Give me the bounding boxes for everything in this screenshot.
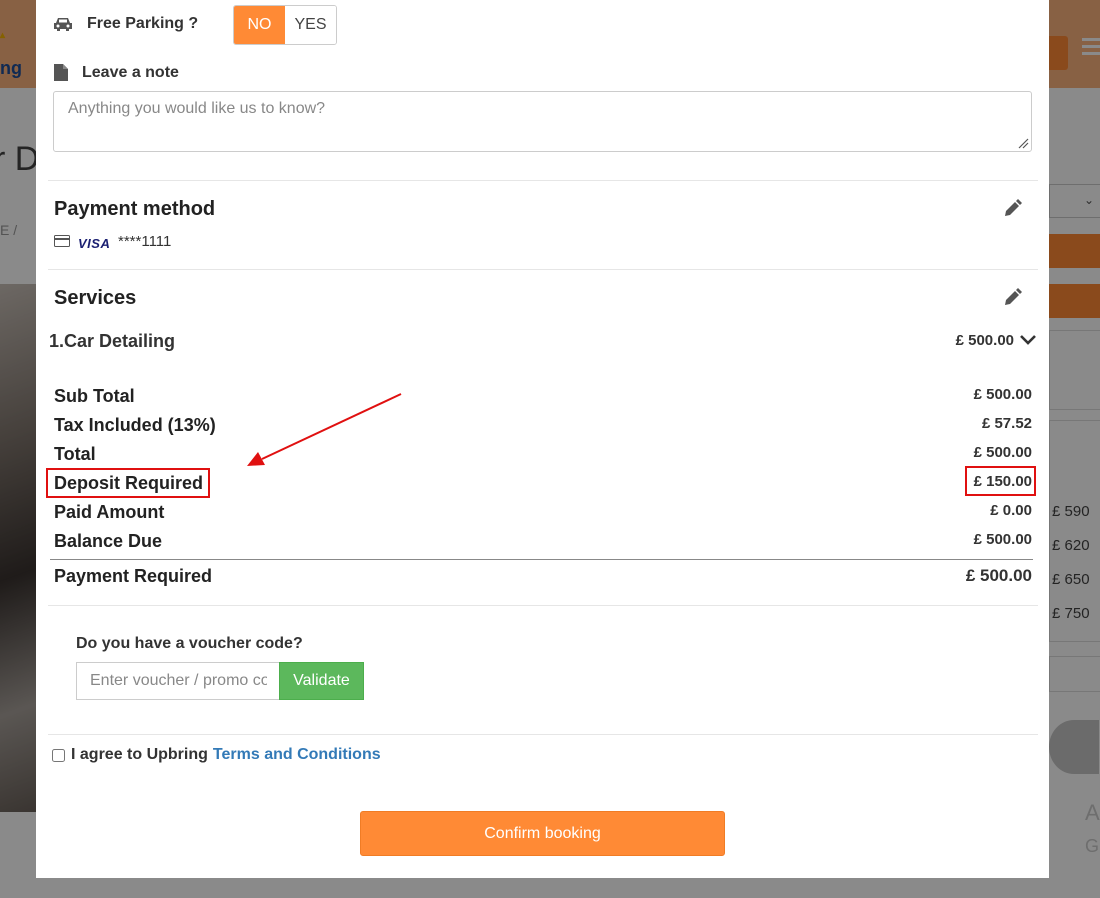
car-icon: [54, 18, 72, 31]
parking-no-button[interactable]: NO: [234, 6, 285, 44]
file-icon: [54, 64, 68, 81]
total-label: Total: [54, 444, 96, 464]
terms-agreement: I agree to Upbring Terms and Conditions: [52, 746, 381, 764]
services-title: Services: [54, 287, 137, 309]
tax-label: Tax Included (13%): [54, 415, 216, 435]
card-number: ****1111: [118, 233, 172, 250]
divider: [48, 180, 1038, 181]
divider: [48, 269, 1038, 270]
voucher-input[interactable]: [76, 662, 280, 700]
subtotal-value: £ 500.00: [973, 386, 1032, 403]
paid-amount-value: £ 0.00: [990, 502, 1032, 519]
visa-logo: VISA: [78, 236, 111, 251]
resize-grip-icon[interactable]: [1018, 138, 1029, 149]
payment-required-value: £ 500.00: [965, 566, 1032, 585]
annotation-box-deposit-value: [965, 466, 1036, 496]
terms-text: I agree to Upbring: [71, 746, 208, 763]
chevron-down-icon[interactable]: [1019, 333, 1037, 347]
service-name: 1.Car Detailing: [49, 331, 176, 351]
leave-note-label: Leave a note: [82, 64, 179, 81]
confirm-booking-button[interactable]: Confirm booking: [360, 811, 725, 856]
free-parking-toggle: NO YES: [233, 5, 337, 45]
balance-due-label: Balance Due: [54, 531, 163, 551]
edit-services-pencil-icon[interactable]: [1002, 288, 1022, 308]
paid-amount-label: Paid Amount: [54, 502, 165, 522]
tax-value: £ 57.52: [981, 415, 1032, 432]
edit-payment-pencil-icon[interactable]: [1002, 199, 1022, 219]
service-price: £ 500.00: [955, 332, 1014, 349]
note-textarea[interactable]: [53, 91, 1032, 152]
balance-due-value: £ 500.00: [973, 531, 1032, 548]
terms-link[interactable]: Terms and Conditions: [213, 746, 381, 764]
validate-button[interactable]: Validate: [279, 662, 364, 700]
parking-yes-button[interactable]: YES: [285, 6, 336, 44]
booking-modal: Free Parking ? NO YES Leave a note Payme…: [36, 0, 1049, 878]
voucher-question: Do you have a voucher code?: [76, 635, 303, 652]
annotation-box-deposit-label: [46, 468, 210, 498]
payment-method-title: Payment method: [54, 198, 216, 220]
divider: [48, 605, 1038, 606]
payment-required-label: Payment Required: [54, 566, 213, 586]
divider: [48, 734, 1038, 735]
total-value: £ 500.00: [973, 444, 1032, 461]
free-parking-label: Free Parking ?: [87, 15, 199, 32]
credit-card-icon: [54, 235, 70, 247]
summary-divider: [50, 559, 1033, 560]
terms-checkbox[interactable]: [52, 748, 65, 762]
subtotal-label: Sub Total: [54, 386, 135, 406]
